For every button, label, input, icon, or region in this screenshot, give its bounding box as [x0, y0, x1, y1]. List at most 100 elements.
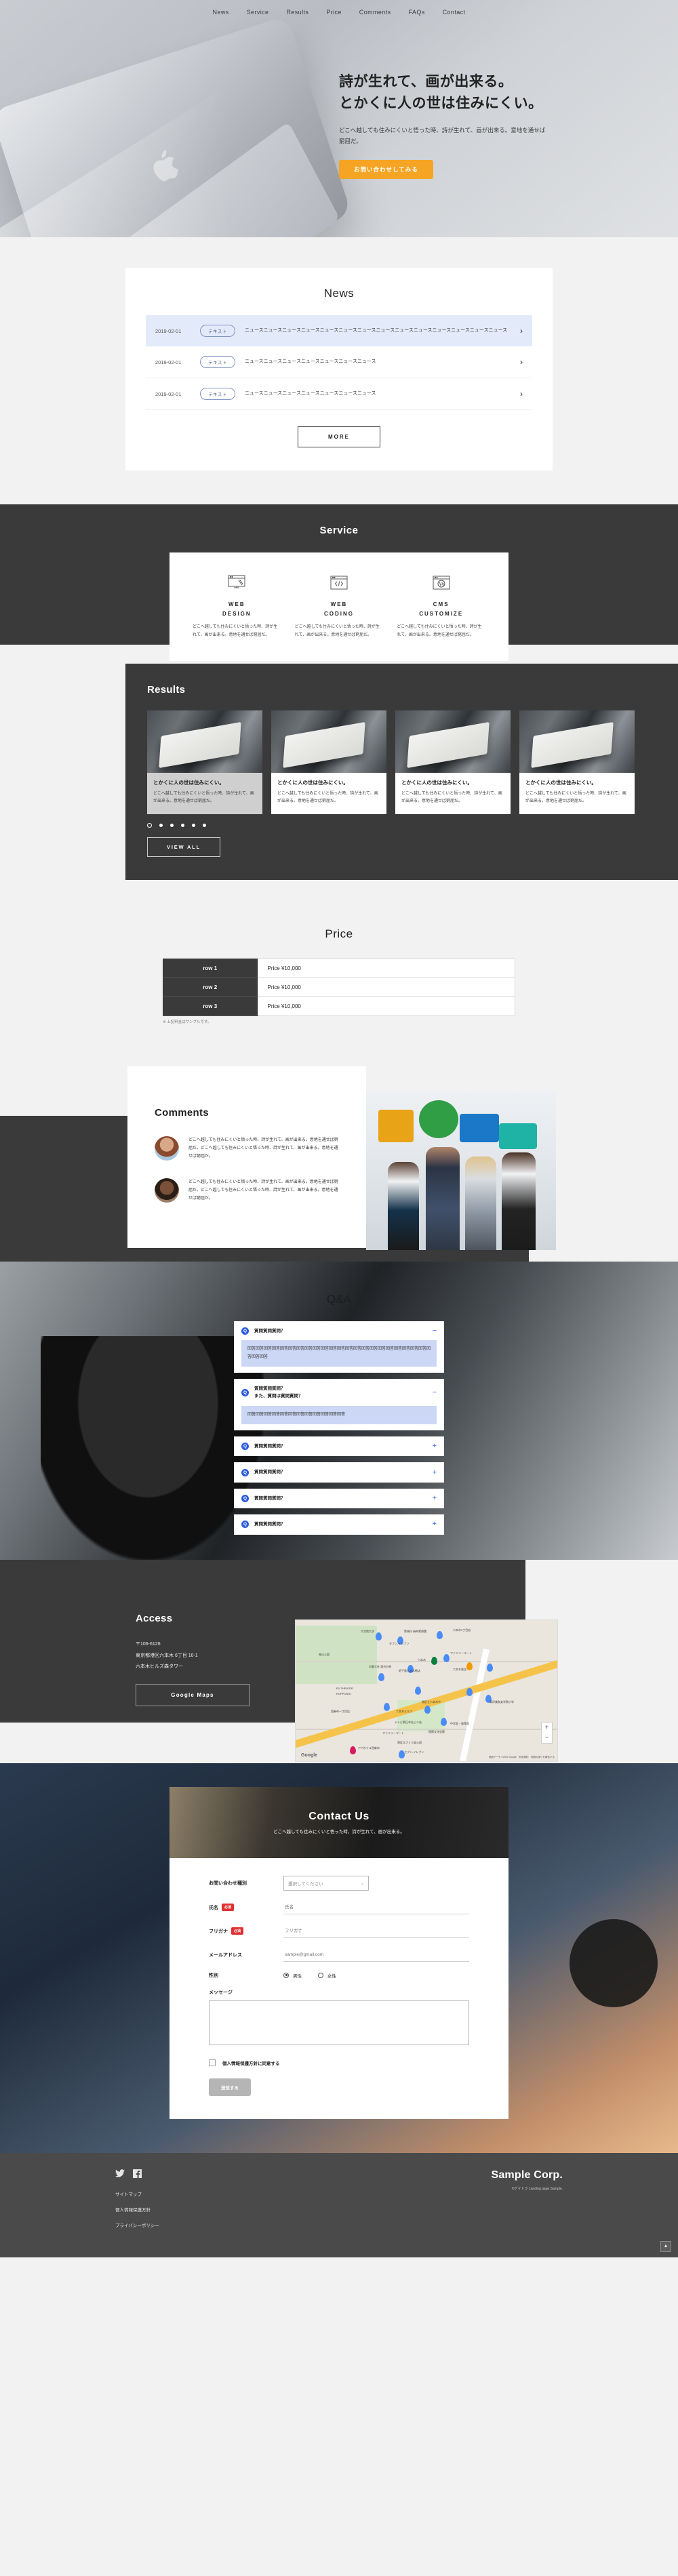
- qa-header[interactable]: Q 質問質問質問？ +: [241, 1521, 437, 1529]
- map-pin-icon[interactable]: [443, 1653, 450, 1662]
- results-slider[interactable]: とかくに人の世は住みにくい。 どこへ越しても住みにくいと悟った時、詩が生れて、画…: [147, 710, 678, 814]
- qa-item[interactable]: Q 質問質問質問？ +: [234, 1488, 444, 1509]
- qa-item[interactable]: Q 質問質問質問？ また、質問は質問質問？ − 回答回答回答回答回答回答回答回答…: [234, 1378, 444, 1431]
- map-pin-icon[interactable]: [415, 1686, 421, 1695]
- map-pin-hotel-icon[interactable]: [350, 1746, 356, 1754]
- news-row[interactable]: 2019-02-01 テキスト ニュースニュースニュースニュースニュースニュース…: [146, 346, 532, 378]
- map-pin-icon[interactable]: [376, 1632, 382, 1641]
- name-input[interactable]: [283, 1900, 469, 1914]
- slider-dot[interactable]: [181, 823, 184, 827]
- decorative-circle: [570, 1918, 658, 2007]
- qa-item[interactable]: Q 質問質問質問？ − 回答回答回答回答回答回答回答回答回答回答回答回答回答回答…: [234, 1321, 444, 1373]
- qa-toggle-minus-icon[interactable]: −: [433, 1388, 437, 1396]
- form-row-email: メールアドレス: [209, 1948, 469, 1962]
- service-desc: どこへ越しても住みにくいと悟った時、詩が生れて、画が出来る。意地を通せば窮屈だ。: [397, 625, 482, 637]
- price-note: ※ 上記料金はサンプルです。: [163, 1020, 212, 1024]
- chevron-right-icon[interactable]: ›: [520, 357, 523, 367]
- qa-item[interactable]: Q 質問質問質問？ +: [234, 1436, 444, 1457]
- map-label: テレビ朝日本社ビル店: [395, 1720, 422, 1724]
- qa-header[interactable]: Q 質問質問質問？ また、質問は質問質問？ −: [241, 1385, 437, 1401]
- map-road: [296, 1660, 557, 1662]
- nav-item-results[interactable]: Results: [286, 9, 308, 16]
- hero-subtext: どこへ越しても住みにくいと悟った時、詩が生れて、画が出来る。意地を通せば窮屈だ。: [339, 127, 546, 145]
- qa-toggle-plus-icon[interactable]: +: [433, 1494, 437, 1502]
- qa-header[interactable]: Q 質問質問質問？ +: [241, 1443, 437, 1451]
- map-zoom-in-button[interactable]: +: [542, 1723, 552, 1733]
- chevron-right-icon[interactable]: ›: [520, 326, 523, 336]
- map-pin-icon[interactable]: [487, 1663, 493, 1672]
- submit-button[interactable]: 送信する: [209, 2078, 251, 2096]
- map-zoom-control[interactable]: + −: [541, 1721, 553, 1744]
- nav-item-service[interactable]: Service: [247, 9, 269, 16]
- slider-dot[interactable]: [170, 823, 174, 827]
- footer: サイトマップ 個人情報保護方針 プライバシーポリシー Sample Corp. …: [0, 2152, 678, 2257]
- nav-item-price[interactable]: Price: [326, 9, 342, 16]
- footer-link-privacy-protection[interactable]: 個人情報保護方針: [115, 2206, 159, 2213]
- gender-radio-male[interactable]: 男性: [283, 1972, 302, 1979]
- result-slide[interactable]: とかくに人の世は住みにくい。 どこへ越しても住みにくいと悟った時、詩が生れて、画…: [519, 710, 635, 814]
- slider-dot[interactable]: [192, 823, 195, 827]
- qa-toggle-plus-icon[interactable]: +: [433, 1521, 437, 1528]
- access-address-line1: 東京都港区六本木 6丁目 10-1: [136, 1653, 198, 1658]
- map-pin-icon[interactable]: [441, 1717, 447, 1726]
- view-all-button[interactable]: VIEW ALL: [147, 837, 220, 857]
- result-desc: どこへ越しても住みにくいと悟った時、詩が生れて、画が出来る。意地を通せば窮屈だ。: [277, 791, 378, 804]
- qa-item[interactable]: Q 質問質問質問？ +: [234, 1462, 444, 1483]
- news-row[interactable]: 2019-02-01 テキスト ニュースニュースニュースニュースニュースニュース…: [146, 378, 532, 410]
- map-label: 警視庁 麻布警察署: [404, 1629, 427, 1633]
- back-to-top-button[interactable]: ▲: [660, 2240, 671, 2252]
- qa-item[interactable]: Q 質問質問質問？ +: [234, 1514, 444, 1535]
- nav-item-contact[interactable]: Contact: [443, 9, 466, 16]
- email-label: メールアドレス: [209, 1952, 242, 1958]
- map-pin-icon[interactable]: [437, 1630, 443, 1639]
- nav-item-comments[interactable]: Comments: [359, 9, 391, 16]
- chevron-right-icon[interactable]: ›: [520, 389, 523, 399]
- news-row[interactable]: 2019-02-01 テキスト ニュースニュースニュースニュースニュースニュース…: [146, 315, 532, 346]
- map-zoom-out-button[interactable]: −: [542, 1733, 552, 1743]
- result-image: [147, 710, 262, 773]
- nav-item-faqs[interactable]: FAQs: [409, 9, 425, 16]
- map-pin-icon[interactable]: [378, 1672, 384, 1681]
- service-desc: どこへ越しても住みにくいと悟った時、詩が生れて、画が出来る。意地を通せば窮屈だ。: [294, 625, 380, 637]
- map-label: ファミリーマート: [450, 1651, 472, 1655]
- qa-question: 質問質問質問？: [254, 1470, 285, 1475]
- slider-dot[interactable]: [147, 822, 152, 828]
- speech-bubble-blue-icon: [460, 1113, 499, 1142]
- slider-dot[interactable]: [159, 823, 163, 827]
- qa-header[interactable]: Q 質問質問質問？ +: [241, 1468, 437, 1476]
- map-pin-icon[interactable]: [424, 1705, 431, 1714]
- map-pin-restaurant-icon[interactable]: [466, 1662, 473, 1670]
- result-slide[interactable]: とかくに人の世は住みにくい。 どこへ越しても住みにくいと悟った時、詩が生れて、画…: [147, 710, 262, 814]
- gender-radio-female[interactable]: 女性: [318, 1972, 336, 1979]
- map-pin-icon[interactable]: [466, 1687, 473, 1696]
- google-maps-button[interactable]: Google Maps: [136, 1684, 250, 1707]
- footer-link-privacy-policy[interactable]: プライバシーポリシー: [115, 2221, 159, 2228]
- email-input[interactable]: [283, 1948, 469, 1962]
- nav-item-news[interactable]: News: [213, 9, 229, 16]
- map-label: 西麻布一丁目店: [331, 1709, 350, 1713]
- contact-subtitle: どこへ越しても住みにくいと悟った時、詩が生れて、画が出来る。: [273, 1829, 405, 1834]
- twitter-icon[interactable]: [115, 2169, 125, 2179]
- result-slide[interactable]: とかくに人の世は住みにくい。 どこへ越しても住みにくいと悟った時、詩が生れて、画…: [395, 710, 511, 814]
- slider-dot[interactable]: [203, 823, 206, 827]
- map-embed[interactable]: 大学院大学 警視庁 麻布警察署 六本木3丁目店 セブン-イレブン ファミリーマー…: [295, 1619, 558, 1762]
- hero-cta-button[interactable]: お問い合わせしてみる: [339, 160, 433, 180]
- inquiry-type-select[interactable]: 選択してください ⌄: [283, 1875, 369, 1891]
- qa-toggle-minus-icon[interactable]: −: [433, 1327, 437, 1335]
- table-row: row 3 Price ¥10,000: [163, 996, 515, 1016]
- qa-header[interactable]: Q 質問質問質問？ −: [241, 1327, 437, 1335]
- map-pin-destination-icon[interactable]: [431, 1656, 437, 1665]
- qa-toggle-plus-icon[interactable]: +: [433, 1443, 437, 1450]
- news-more-button[interactable]: MORE: [298, 426, 380, 447]
- qa-toggle-plus-icon[interactable]: +: [433, 1468, 437, 1476]
- service-card-web-coding: WEB CODING どこへ越しても住みにくいと悟った時、詩が生れて、画が出来る…: [290, 573, 389, 639]
- result-slide[interactable]: とかくに人の世は住みにくい。 どこへ越しても住みにくいと悟った時、詩が生れて、画…: [271, 710, 386, 814]
- kana-input[interactable]: [283, 1924, 469, 1938]
- privacy-agree-checkbox[interactable]: 個人情報保護方針に同意する: [209, 2059, 469, 2066]
- facebook-icon[interactable]: [133, 2169, 142, 2179]
- map-pin-icon[interactable]: [384, 1702, 390, 1711]
- result-title: とかくに人の世は住みにくい。: [525, 779, 597, 786]
- footer-link-sitemap[interactable]: サイトマップ: [115, 2190, 159, 2197]
- message-textarea[interactable]: [209, 2000, 469, 2045]
- qa-header[interactable]: Q 質問質問質問？ +: [241, 1494, 437, 1502]
